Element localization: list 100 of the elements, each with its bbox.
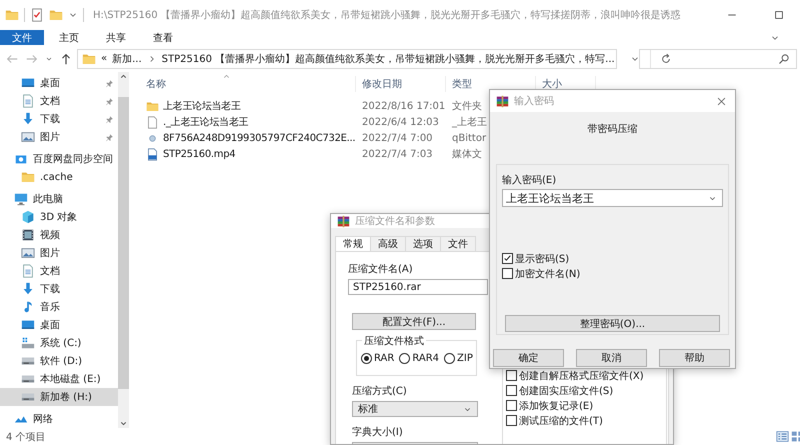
books-icon [337, 214, 350, 228]
monitor-icon [14, 192, 28, 206]
dialog-button[interactable]: 帮助 [659, 349, 730, 367]
tab[interactable]: 高级 [370, 236, 406, 251]
ribbon-tab[interactable]: 主页 [47, 30, 91, 45]
scrollbar[interactable] [118, 72, 129, 428]
books-icon [496, 94, 509, 108]
method-select[interactable]: 标准 [352, 401, 478, 417]
nav-item[interactable]: 音乐 [0, 298, 118, 316]
checkbox-label: 创建自解压格式压缩文件(X) [519, 370, 644, 382]
nav-item[interactable]: .cache [0, 168, 118, 186]
checklist-icon[interactable] [30, 8, 44, 22]
nav-item[interactable]: 桌面 [0, 74, 118, 92]
up-arrow-icon[interactable] [59, 52, 73, 66]
window-title: H:\STP25160 【蕾播界小瘤幼】超高颜值纯欲系美女，吊带短裙跳小骚舞，脱光光掰开多毛骚穴，特写揉搓阴蒂，浪叫呻吟很是诱惑 [93, 8, 682, 22]
field-label: 字典大小(I) [352, 426, 404, 439]
nav-item[interactable]: 下载 [0, 280, 118, 298]
column-header[interactable]: 名称 [140, 76, 356, 92]
close-icon[interactable] [716, 96, 727, 106]
dialog-heading: 带密码压缩 [586, 122, 638, 137]
file-name[interactable]: 上老王论坛当老王 [140, 99, 356, 113]
file-type: 媒体文 [451, 148, 482, 161]
nav-item[interactable]: 图片 [0, 244, 118, 262]
scroll-down-icon[interactable] [119, 419, 128, 428]
checkbox[interactable] [506, 370, 517, 381]
nav-item[interactable]: 软件 (D:) [0, 352, 118, 370]
breadcrumb[interactable]: 新加... [112, 52, 142, 66]
nav-item[interactable]: 视频 [0, 226, 118, 244]
ribbon-tab[interactable]: 查看 [141, 30, 185, 45]
dialog-button[interactable]: 取消 [576, 349, 647, 367]
file-type: qBittor [451, 132, 486, 144]
desktop-icon [21, 76, 35, 90]
checkbox[interactable] [502, 253, 513, 264]
checkbox[interactable] [502, 268, 513, 279]
file-name[interactable]: 8F756A248D9199305797CF240C732E... [140, 132, 356, 144]
film-icon [21, 228, 35, 242]
tab[interactable]: 文件 [440, 236, 476, 251]
column-header[interactable]: 修改日期 [356, 76, 446, 92]
radio-button[interactable] [361, 352, 372, 364]
folder-icon [82, 52, 96, 66]
folder-icon [146, 100, 159, 112]
video-file-icon [146, 148, 159, 160]
checkbox-label: 添加恢复记录(E) [519, 400, 594, 412]
checkbox-label: 加密文件名(N) [515, 268, 580, 280]
scroll-up-icon[interactable] [119, 72, 128, 81]
modified-date: 2022/7/4 7:00 [361, 132, 434, 144]
checkbox[interactable] [506, 385, 517, 396]
search-icon [778, 52, 790, 64]
download-arrow-icon [21, 282, 35, 296]
desktop-icon [21, 318, 35, 332]
maximize-icon [773, 9, 785, 21]
checkbox-label: 测试压缩的文件(T) [519, 414, 603, 428]
folder-icon [5, 8, 19, 22]
modified-date: 2022/8/16 17:01 [361, 100, 446, 112]
profiles-button[interactable]: 配置文件(F)... [352, 313, 476, 330]
nav-item[interactable]: 文档 [0, 262, 118, 280]
field-label: 压缩文件名(A) [348, 262, 414, 276]
nav-item[interactable]: 百度网盘同步空间 [0, 150, 118, 168]
checkbox[interactable] [506, 415, 517, 426]
nav-item[interactable]: 本地磁盘 (E:) [0, 370, 118, 388]
file-name[interactable]: ._上老王论坛当老王 [140, 115, 356, 129]
refresh-icon [660, 52, 672, 64]
ribbon-tab[interactable]: 文件 [0, 30, 44, 45]
ribbon-tab[interactable]: 共享 [94, 30, 138, 45]
search-field[interactable] [639, 48, 797, 68]
organize-button[interactable]: 整理密码(O)... [505, 315, 720, 332]
nav-item[interactable]: 桌面 [0, 316, 118, 334]
details-view-icon[interactable] [776, 430, 789, 443]
document-icon [21, 94, 35, 108]
radio-label: ZIP [457, 352, 473, 364]
radio-button[interactable] [444, 352, 456, 364]
breadcrumb[interactable]: STP25160 【蕾播界小瘤幼】超高颜值纯欲系美女，吊带短裙跳小骚舞，脱光光掰开多毛骚穴，特写... [162, 52, 615, 66]
tab[interactable]: 选项 [405, 236, 441, 251]
dialog-button[interactable]: 确定 [493, 349, 564, 367]
radio-button[interactable] [399, 352, 410, 364]
file-type: _上老王 [451, 116, 487, 129]
nav-item[interactable]: 网络 [0, 410, 118, 428]
tab[interactable]: 常规 [335, 236, 371, 251]
nav-item[interactable]: 此电脑 [0, 190, 118, 208]
password-field[interactable]: 上老王论坛当老王 [502, 189, 723, 207]
nav-item[interactable]: 图片 [0, 128, 118, 146]
nav-item[interactable]: 下载 [0, 110, 118, 128]
checkbox[interactable] [506, 400, 517, 411]
nav-item[interactable]: 文档 [0, 92, 118, 110]
picture-icon [21, 246, 35, 260]
nav-item[interactable]: 系统 (C:) [0, 334, 118, 352]
archive-name-field[interactable]: STP25160.rar [348, 279, 488, 295]
radio-label: RAR4 [412, 352, 440, 364]
modified-date: 2022/7/4 7:03 [361, 148, 434, 160]
file-name[interactable]: STP25160.mp4 [140, 148, 356, 160]
nav-item[interactable]: 新加卷 (H:) [0, 388, 118, 406]
nav-item[interactable]: 3D 对象 [0, 208, 118, 226]
dialog-title: 压缩文件名和参数 [355, 214, 435, 228]
cube-icon [21, 210, 35, 224]
file-icon [146, 116, 159, 128]
dialog-title: 输入密码 [514, 94, 554, 108]
overflow-chevrons[interactable]: « [101, 53, 108, 64]
field-label: 输入密码(E) [502, 174, 558, 187]
folder-icon [21, 170, 35, 184]
modified-date: 2022/6/4 12:03 [361, 116, 440, 128]
